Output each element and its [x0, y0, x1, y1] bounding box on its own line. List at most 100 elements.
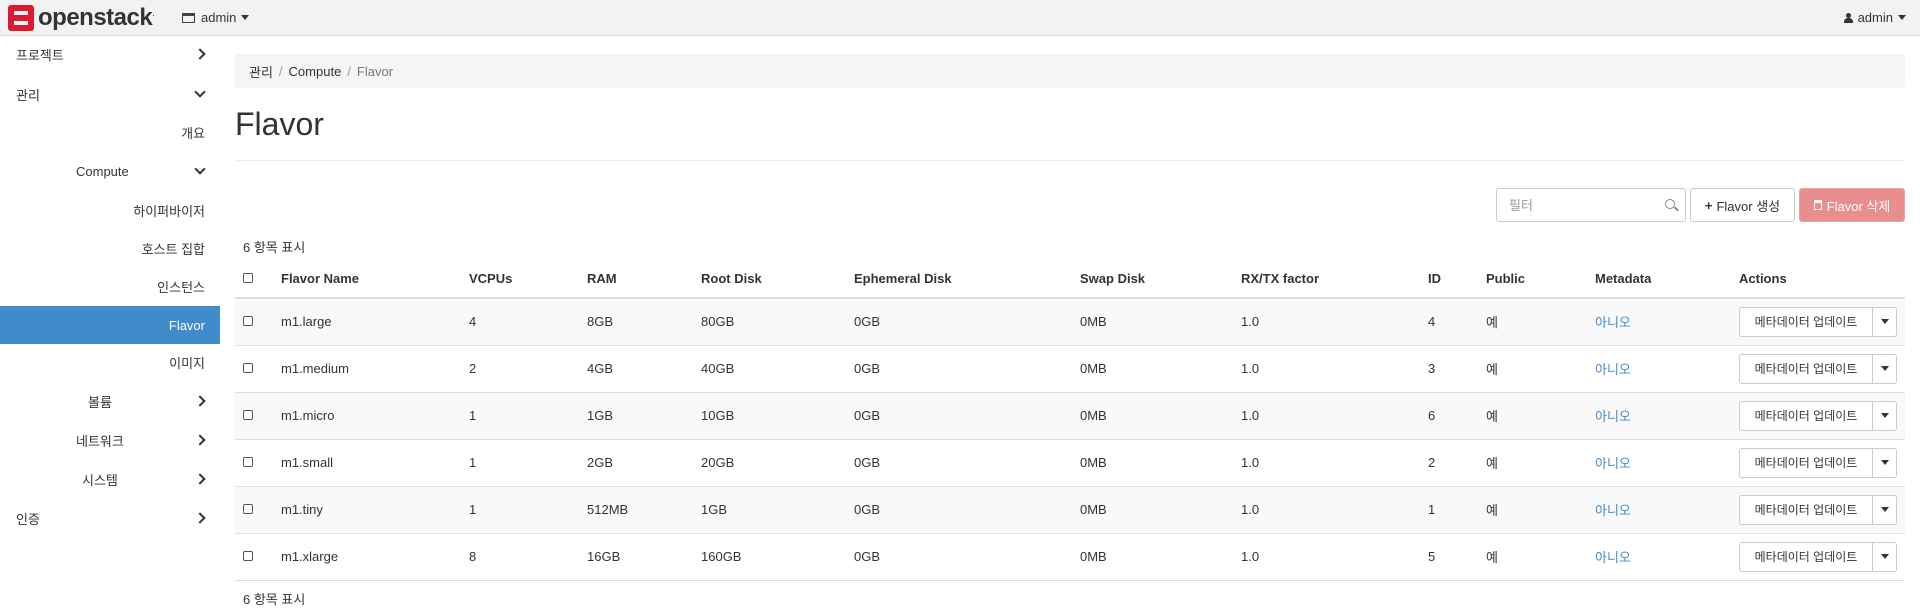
sidebar-item-images[interactable]: 이미지 — [0, 344, 220, 380]
row-actions: 메타데이터 업데이트 — [1739, 494, 1897, 525]
flavors-table: Flavor Name VCPUs RAM Root Disk Ephemera… — [235, 260, 1905, 581]
cell-actions: 메타데이터 업데이트 — [1731, 392, 1905, 440]
cell-eph: 0GB — [846, 533, 1072, 581]
sidebar-item-label: 인증 — [16, 511, 40, 527]
sidebar-item-system[interactable]: 시스템 — [0, 461, 220, 497]
sidebar-item-compute[interactable]: Compute — [0, 153, 220, 189]
item-count-top: 6 항목 표시 — [243, 240, 306, 255]
row-checkbox[interactable] — [243, 410, 253, 420]
search-icon[interactable] — [1665, 199, 1675, 209]
sidebar-item-instances[interactable]: 인스턴스 — [0, 268, 220, 304]
cell-name: m1.xlarge — [273, 533, 461, 581]
col-root-disk[interactable]: Root Disk — [693, 260, 846, 299]
col-flavor-name[interactable]: Flavor Name — [273, 260, 461, 299]
sidebar-item-label: 하이퍼바이저 — [133, 203, 205, 219]
row-actions: 메타데이터 업데이트 — [1739, 306, 1897, 337]
cell-id: 2 — [1420, 439, 1478, 487]
cell-root: 10GB — [693, 392, 846, 440]
row-checkbox[interactable] — [243, 316, 253, 327]
breadcrumb-separator: / — [347, 63, 351, 79]
row-actions: 메타데이터 업데이트 — [1739, 541, 1897, 572]
delete-flavor-button[interactable]: Flavor 삭제 — [1799, 188, 1905, 222]
sidebar-item-overview[interactable]: 개요 — [0, 114, 220, 150]
update-metadata-button[interactable]: 메타데이터 업데이트 — [1739, 447, 1873, 478]
more-actions-toggle[interactable] — [1873, 306, 1897, 337]
more-actions-toggle[interactable] — [1873, 447, 1897, 478]
cell-swap: 0MB — [1072, 298, 1233, 346]
update-metadata-button[interactable]: 메타데이터 업데이트 — [1739, 541, 1873, 572]
breadcrumb-item-admin[interactable]: 관리 — [249, 62, 273, 81]
col-rxtx-factor[interactable]: RX/TX factor — [1233, 260, 1420, 299]
chevron-down-icon — [194, 86, 206, 98]
cell-actions: 메타데이터 업데이트 — [1731, 533, 1905, 581]
more-actions-toggle[interactable] — [1873, 400, 1897, 431]
update-metadata-button[interactable]: 메타데이터 업데이트 — [1739, 306, 1873, 337]
cell-root: 80GB — [693, 298, 846, 346]
col-metadata[interactable]: Metadata — [1587, 260, 1731, 299]
metadata-link[interactable]: 아니오 — [1595, 409, 1631, 424]
logo-text: openstack. — [38, 4, 155, 31]
cell-vcpus: 4 — [461, 298, 579, 346]
cell-public: 예 — [1478, 298, 1587, 346]
row-checkbox[interactable] — [243, 363, 253, 373]
row-select-cell — [235, 392, 273, 440]
sidebar-item-admin[interactable]: 관리 — [0, 76, 220, 112]
col-ram[interactable]: RAM — [579, 260, 693, 299]
sidebar-item-volumes[interactable]: 볼륨 — [0, 383, 220, 419]
sidebar-item-identity[interactable]: 인증 — [0, 500, 220, 536]
metadata-link[interactable]: 아니오 — [1595, 550, 1631, 565]
trash-icon — [1813, 200, 1822, 210]
col-id[interactable]: ID — [1420, 260, 1478, 299]
col-swap-disk[interactable]: Swap Disk — [1072, 260, 1233, 299]
update-metadata-button[interactable]: 메타데이터 업데이트 — [1739, 400, 1873, 431]
sidebar-item-label: Flavor — [168, 317, 205, 333]
caret-down-icon — [1880, 366, 1889, 371]
sidebar-item-flavors[interactable]: Flavor — [0, 306, 220, 344]
cell-public: 예 — [1478, 486, 1587, 534]
sidebar-item-network[interactable]: 네트워크 — [0, 422, 220, 458]
table-row: m1.tiny 1 512MB 1GB 0GB 0MB 1.0 1 예 아니오 메타데이터 업데이트 — [235, 486, 1905, 534]
cell-metadata: 아니오 — [1587, 392, 1731, 440]
more-actions-toggle[interactable] — [1873, 494, 1897, 525]
caret-down-icon — [1880, 413, 1889, 418]
sidebar: 프로젝트 관리 개요 Compute 하이퍼바이저 호스트 집합 인스턴스 Fl… — [0, 36, 220, 614]
sidebar-item-label: 시스템 — [82, 472, 118, 488]
cell-eph: 0GB — [846, 486, 1072, 534]
select-all-checkbox[interactable] — [243, 273, 253, 283]
metadata-link[interactable]: 아니오 — [1595, 456, 1631, 471]
project-dropdown[interactable]: admin — [182, 10, 250, 25]
table-row: m1.xlarge 8 16GB 160GB 0GB 0MB 1.0 5 예 아니오 메타데이터 업… — [235, 533, 1905, 581]
filter-input[interactable] — [1509, 190, 1659, 220]
sidebar-item-label: 프로젝트 — [16, 47, 64, 63]
create-flavor-button[interactable]: + Flavor 생성 — [1690, 188, 1795, 222]
more-actions-toggle[interactable] — [1873, 353, 1897, 384]
more-actions-toggle[interactable] — [1873, 541, 1897, 572]
col-public[interactable]: Public — [1478, 260, 1587, 299]
sidebar-item-host-aggregates[interactable]: 호스트 집합 — [0, 230, 220, 266]
openstack-logo[interactable]: openstack. — [8, 4, 155, 32]
chevron-right-icon — [194, 48, 206, 60]
cell-root: 1GB — [693, 486, 846, 534]
metadata-link[interactable]: 아니오 — [1595, 503, 1631, 518]
sidebar-item-label: 호스트 집합 — [141, 241, 205, 257]
sidebar-item-hypervisors[interactable]: 하이퍼바이저 — [0, 192, 220, 228]
col-ephemeral-disk[interactable]: Ephemeral Disk — [846, 260, 1072, 299]
metadata-link[interactable]: 아니오 — [1595, 315, 1631, 330]
cell-eph: 0GB — [846, 298, 1072, 346]
chevron-right-icon — [194, 473, 206, 485]
row-checkbox[interactable] — [243, 551, 253, 561]
breadcrumb-item-compute[interactable]: Compute — [289, 64, 342, 79]
cell-vcpus: 1 — [461, 392, 579, 440]
cell-metadata: 아니오 — [1587, 345, 1731, 393]
col-vcpus[interactable]: VCPUs — [461, 260, 579, 299]
user-dropdown[interactable]: admin — [1843, 10, 1906, 25]
sidebar-item-project[interactable]: 프로젝트 — [0, 36, 220, 72]
update-metadata-button[interactable]: 메타데이터 업데이트 — [1739, 494, 1873, 525]
cell-id: 3 — [1420, 345, 1478, 393]
metadata-link[interactable]: 아니오 — [1595, 362, 1631, 377]
row-actions: 메타데이터 업데이트 — [1739, 400, 1897, 431]
update-metadata-button[interactable]: 메타데이터 업데이트 — [1739, 353, 1873, 384]
cell-swap: 0MB — [1072, 345, 1233, 393]
row-checkbox[interactable] — [243, 457, 253, 467]
row-checkbox[interactable] — [243, 504, 253, 514]
